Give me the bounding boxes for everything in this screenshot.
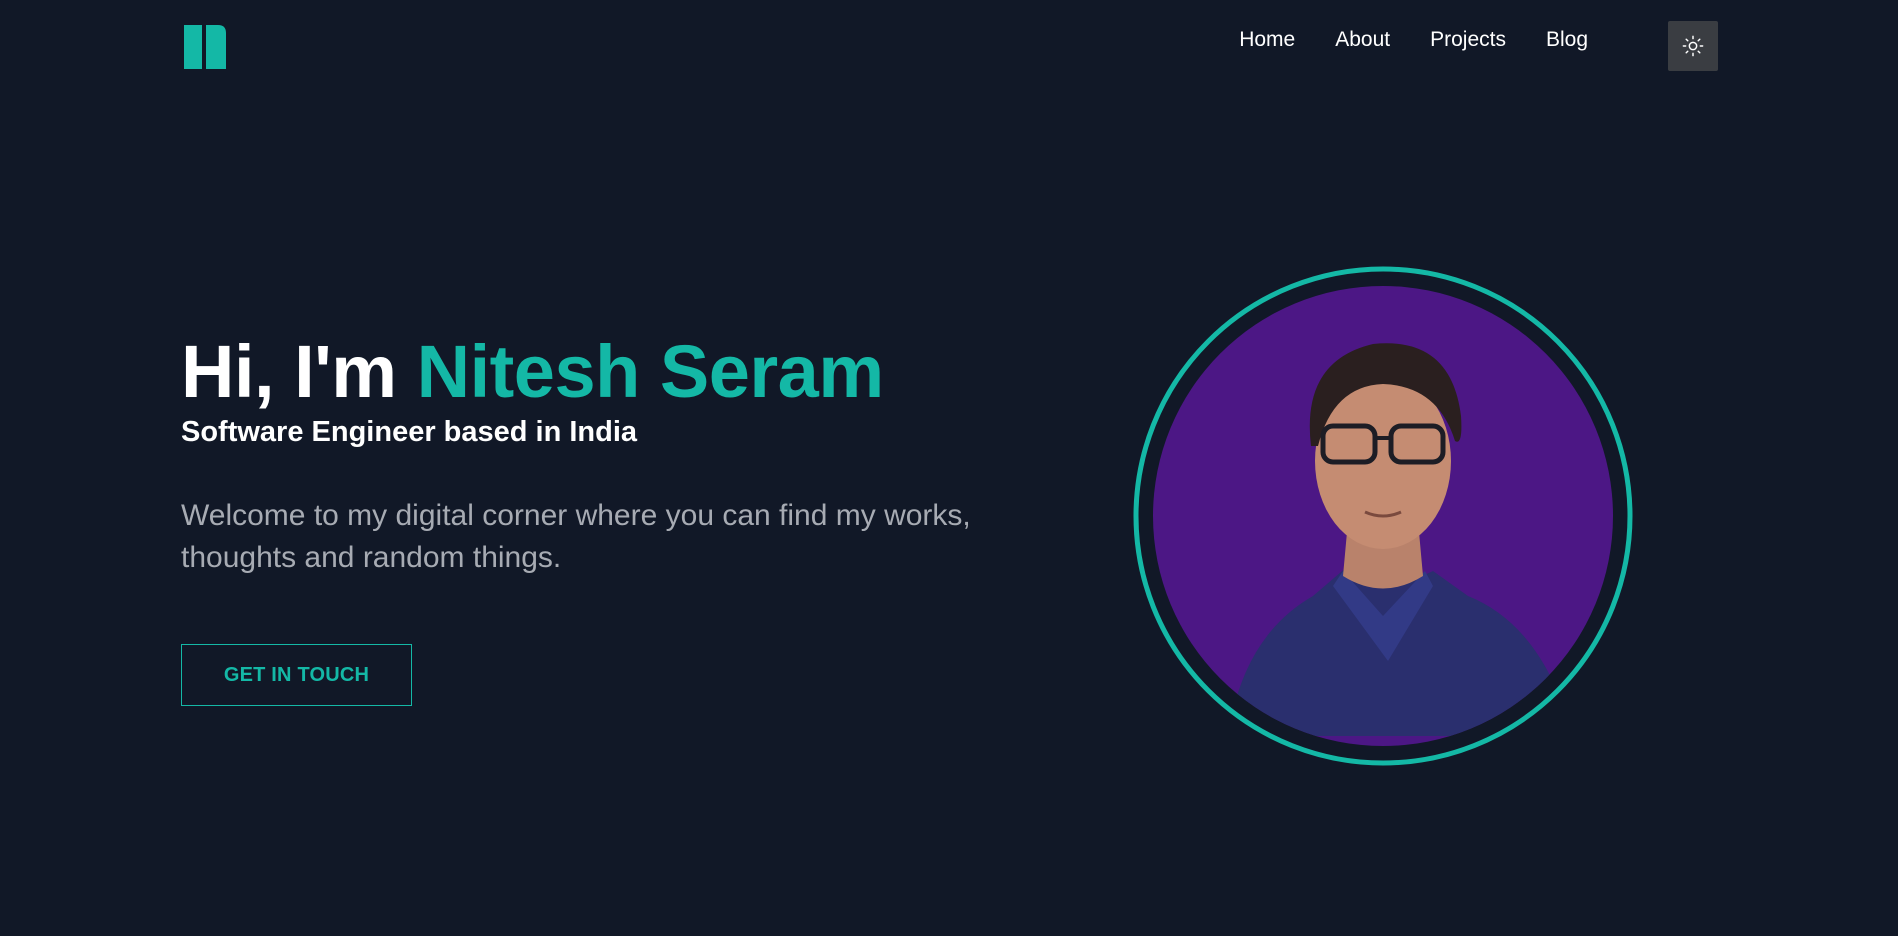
- nav-link-about[interactable]: About: [1335, 28, 1390, 52]
- hero-description: Welcome to my digital corner where you c…: [181, 499, 971, 574]
- hero-title: Hi, I'm Nitesh Seram: [181, 330, 1081, 414]
- site-logo-icon[interactable]: [184, 25, 226, 69]
- profile-photo-icon: [1133, 266, 1633, 766]
- nav-links: Home About Projects Blog: [1239, 28, 1588, 52]
- top-navbar: Home About Projects Blog: [0, 0, 1898, 92]
- sun-icon: [1682, 35, 1704, 57]
- nav-link-home[interactable]: Home: [1239, 28, 1295, 52]
- theme-toggle-button[interactable]: [1668, 21, 1718, 71]
- nav-link-blog[interactable]: Blog: [1546, 28, 1588, 52]
- get-in-touch-button[interactable]: GET IN TOUCH: [181, 644, 412, 706]
- hero-greeting: Hi, I'm: [181, 330, 417, 413]
- hero-section: Hi, I'm Nitesh Seram Software Engineer b…: [181, 330, 1081, 579]
- profile-avatar: [1133, 266, 1633, 766]
- hero-name: Nitesh Seram: [416, 330, 884, 413]
- hero-subtitle: Software Engineer based in India: [181, 416, 638, 448]
- nav-link-projects[interactable]: Projects: [1430, 28, 1506, 52]
